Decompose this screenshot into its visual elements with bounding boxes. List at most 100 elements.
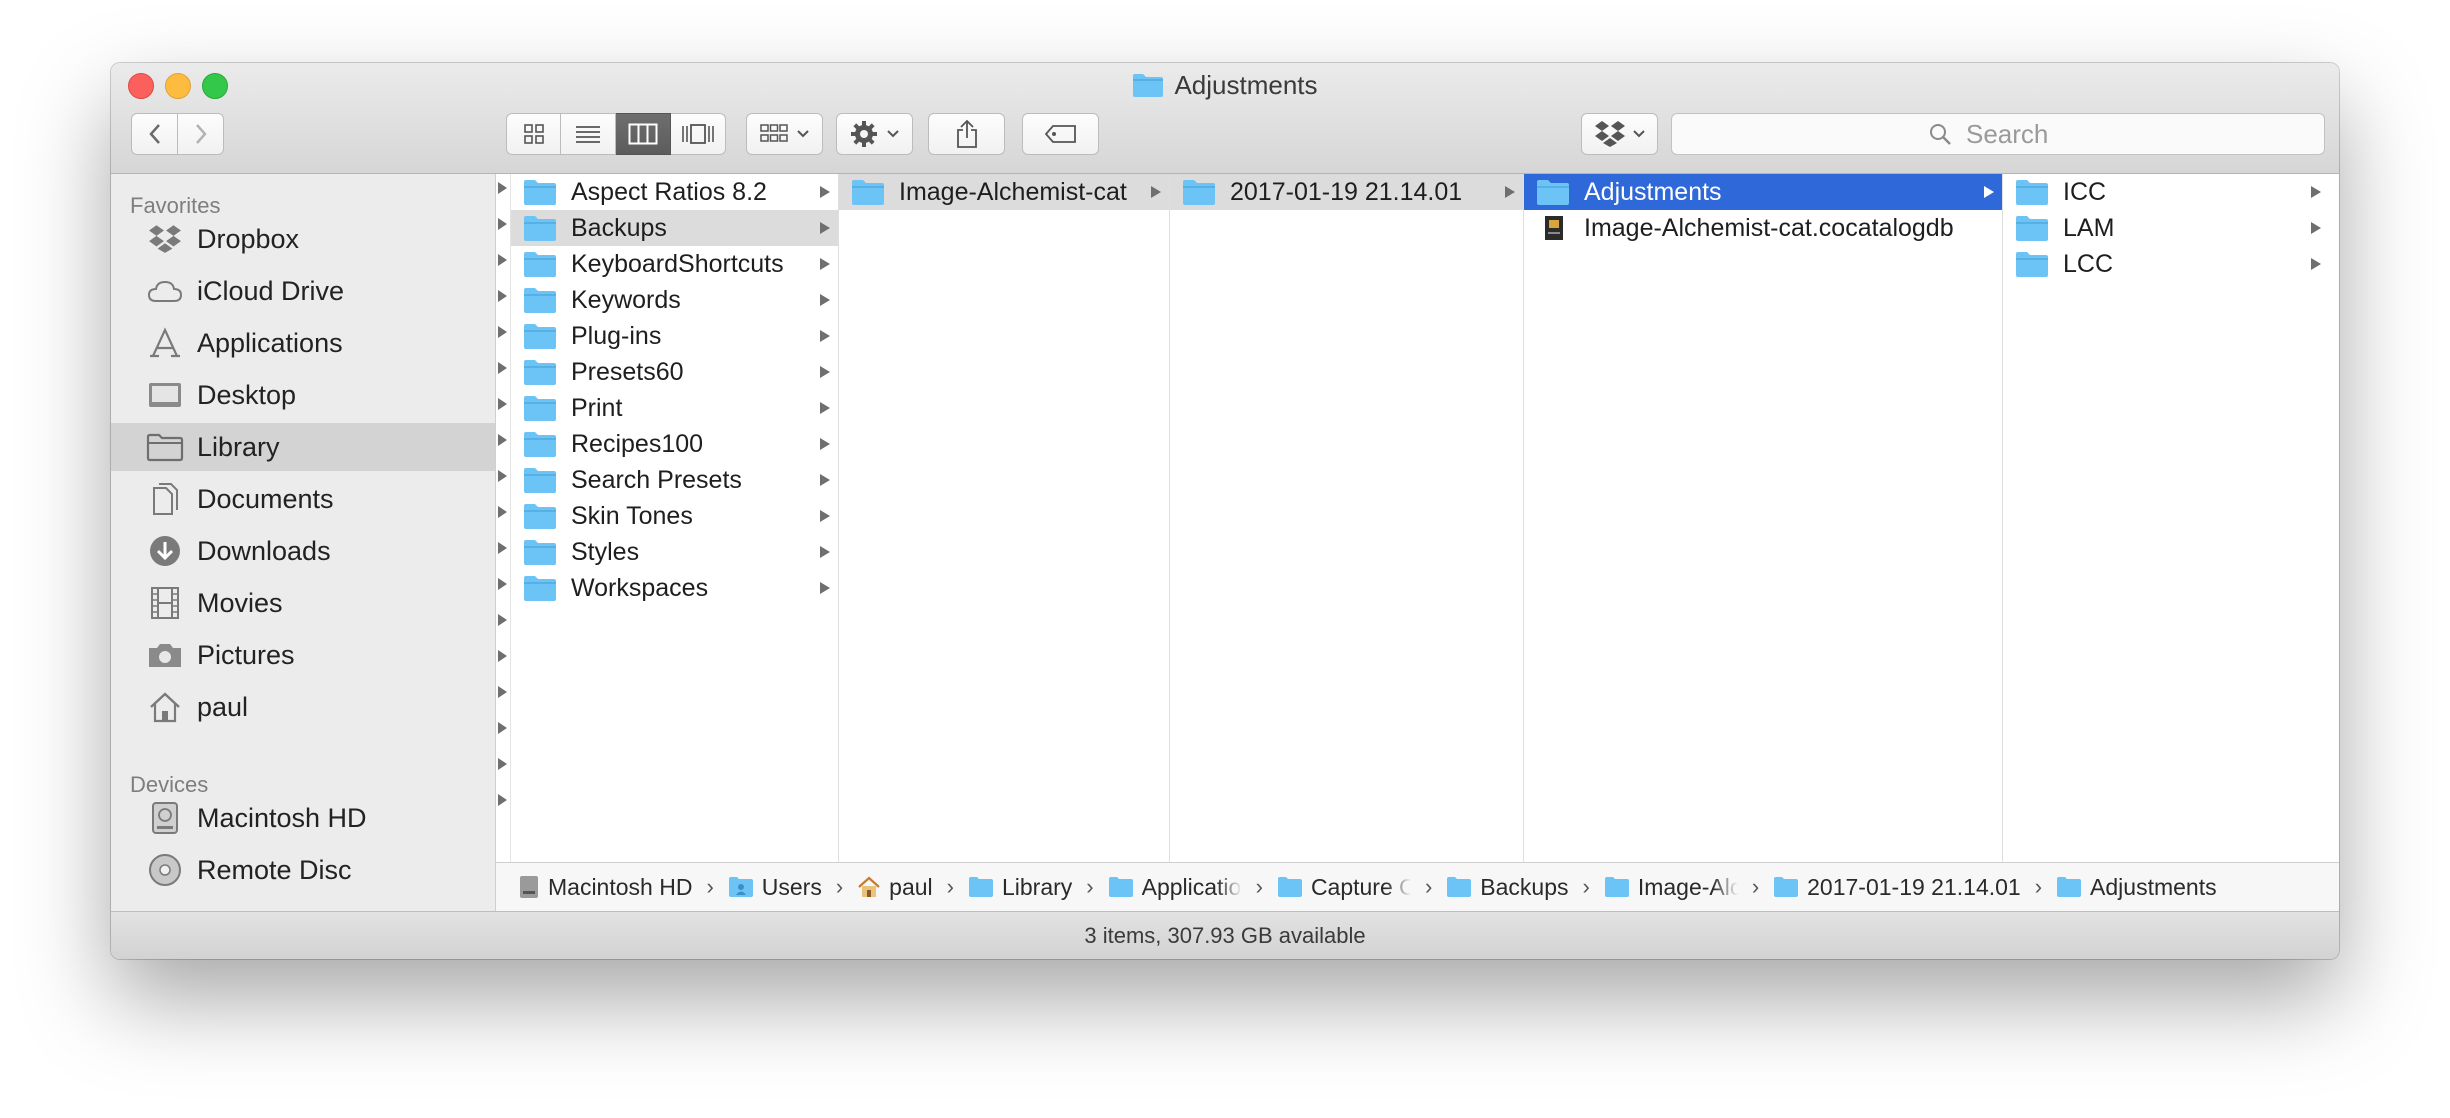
list-view-button[interactable] [561, 113, 616, 155]
sidebar-item-movies[interactable]: Movies [111, 579, 495, 627]
dropbox-icon [146, 220, 184, 258]
sidebar-item-applications[interactable]: Applications [111, 319, 495, 367]
path-item-macintosh-hd[interactable]: Macintosh HD [518, 874, 692, 901]
sidebar-item-dropbox[interactable]: Dropbox [111, 215, 495, 263]
disclosure-arrow-icon [498, 326, 507, 338]
icon-view-button[interactable] [506, 113, 561, 155]
list-item[interactable]: Search Presets [511, 462, 838, 498]
path-item-adjustments[interactable]: Adjustments [2056, 874, 2217, 901]
forward-button[interactable] [177, 113, 224, 155]
sidebar-item-paul[interactable]: paul [111, 683, 495, 731]
disclosure-arrow-icon [2311, 186, 2321, 198]
sidebar-item-label: Movies [197, 587, 283, 618]
list-item[interactable]: Aspect Ratios 8.2 [511, 174, 838, 210]
folder-icon [1277, 876, 1303, 898]
list-item[interactable]: Presets60 [511, 354, 838, 390]
sidebar-item-pictures[interactable]: Pictures [111, 631, 495, 679]
sidebar-item-remote-disc[interactable]: Remote Disc [111, 846, 495, 894]
title-bar: Adjustments [111, 63, 2339, 174]
path-item-image-alchemist[interactable]: Image-Alch [1604, 874, 1738, 901]
list-item[interactable]: Styles [511, 534, 838, 570]
disc-icon [146, 851, 184, 889]
sidebar-item-icloud-drive[interactable]: iCloud Drive [111, 267, 495, 315]
folder-icon [1604, 876, 1630, 898]
list-item[interactable]: Plug-ins [511, 318, 838, 354]
sidebar-item-label: Pictures [197, 639, 295, 670]
item-label: Workspaces [571, 573, 709, 602]
disclosure-arrow-icon [498, 290, 507, 302]
path-item-date-folder[interactable]: 2017-01-19 21.14.01 [1773, 874, 2021, 901]
disclosure-arrow-icon [820, 294, 830, 306]
path-item-label: paul [889, 873, 933, 900]
disclosure-arrow-icon [820, 402, 830, 414]
path-item-users[interactable]: Users [728, 874, 822, 901]
list-item[interactable]: 2017-01-19 21.14.01 [1170, 174, 1523, 210]
sidebar-item-documents[interactable]: Documents [111, 475, 495, 523]
sidebar-item-library[interactable]: Library [111, 423, 495, 471]
list-icon [576, 126, 600, 143]
list-item[interactable]: Adjustments [1524, 174, 2002, 210]
share-icon [956, 119, 977, 148]
path-separator-icon: › [1751, 874, 1760, 899]
folder-icon [524, 576, 556, 601]
list-item[interactable]: Recipes100 [511, 426, 838, 462]
path-item-library[interactable]: Library [968, 874, 1072, 901]
path-item-paul[interactable]: paul [857, 873, 933, 901]
hard-drive-icon [518, 875, 540, 899]
arrange-button[interactable] [746, 113, 823, 155]
disclosure-arrow-icon [498, 758, 507, 770]
home-icon [857, 876, 881, 898]
sidebar-item-downloads[interactable]: Downloads [111, 527, 495, 575]
column-2: Image-Alchemist-cat [839, 174, 1170, 862]
list-item[interactable]: LAM [2003, 210, 2329, 246]
path-item-label: Application [1141, 873, 1242, 900]
folder-icon [524, 432, 556, 457]
list-item[interactable]: Backups [511, 210, 838, 246]
path-separator-icon: › [946, 874, 954, 899]
folder-icon [524, 396, 556, 421]
cover-flow-view-button[interactable] [671, 113, 726, 155]
list-item[interactable]: ICC [2003, 174, 2329, 210]
list-item[interactable]: Workspaces [511, 570, 838, 606]
share-button[interactable] [928, 113, 1005, 155]
item-label: ICC [2063, 177, 2107, 206]
folder-icon [2016, 180, 2048, 205]
item-label: Search Presets [571, 465, 742, 494]
list-item[interactable]: Image-Alchemist-cat.cocatalogdb [1524, 210, 2002, 246]
item-label: Aspect Ratios 8.2 [571, 177, 767, 206]
sidebar-item-desktop[interactable]: Desktop [111, 371, 495, 419]
path-separator-icon: › [1424, 874, 1433, 899]
disclosure-arrow-icon [498, 686, 507, 698]
movies-icon [146, 584, 184, 622]
list-item[interactable]: Image-Alchemist-cat [839, 174, 1169, 210]
previous-column-gutter [496, 174, 511, 862]
sidebar-item-label: iCloud Drive [197, 275, 345, 306]
path-item-application[interactable]: Application [1108, 874, 1242, 901]
list-item[interactable]: KeyboardShortcuts [511, 246, 838, 282]
disclosure-arrow-icon [498, 182, 507, 194]
column-view-button[interactable] [616, 113, 671, 155]
sidebar-item-label: Applications [197, 327, 343, 358]
dropbox-toolbar-button[interactable] [1581, 113, 1658, 155]
list-item[interactable]: Keywords [511, 282, 838, 318]
catalog-file-icon [1545, 216, 1563, 240]
edit-tags-button[interactable] [1022, 113, 1099, 155]
list-item[interactable]: Skin Tones [511, 498, 838, 534]
path-item-label: Users [761, 873, 822, 900]
path-item-backups[interactable]: Backups [1446, 874, 1568, 901]
path-item-capture-one[interactable]: Capture On [1277, 874, 1411, 901]
sidebar-item-macintosh-hd[interactable]: Macintosh HD [111, 794, 495, 842]
search-input[interactable] [1964, 117, 2068, 151]
status-text: 3 items, 307.93 GB available [1084, 923, 1366, 948]
disclosure-arrow-icon [820, 330, 830, 342]
list-item[interactable]: Print [511, 390, 838, 426]
disclosure-arrow-icon [498, 506, 507, 518]
tag-icon [1044, 125, 1076, 143]
downloads-icon [146, 532, 184, 570]
list-item[interactable]: LCC [2003, 246, 2329, 282]
back-button[interactable] [131, 113, 178, 155]
window-title: Adjustments [111, 70, 2339, 104]
action-button[interactable] [836, 113, 913, 155]
search-field[interactable] [1671, 113, 2325, 155]
path-item-label: Adjustments [2090, 873, 2217, 900]
